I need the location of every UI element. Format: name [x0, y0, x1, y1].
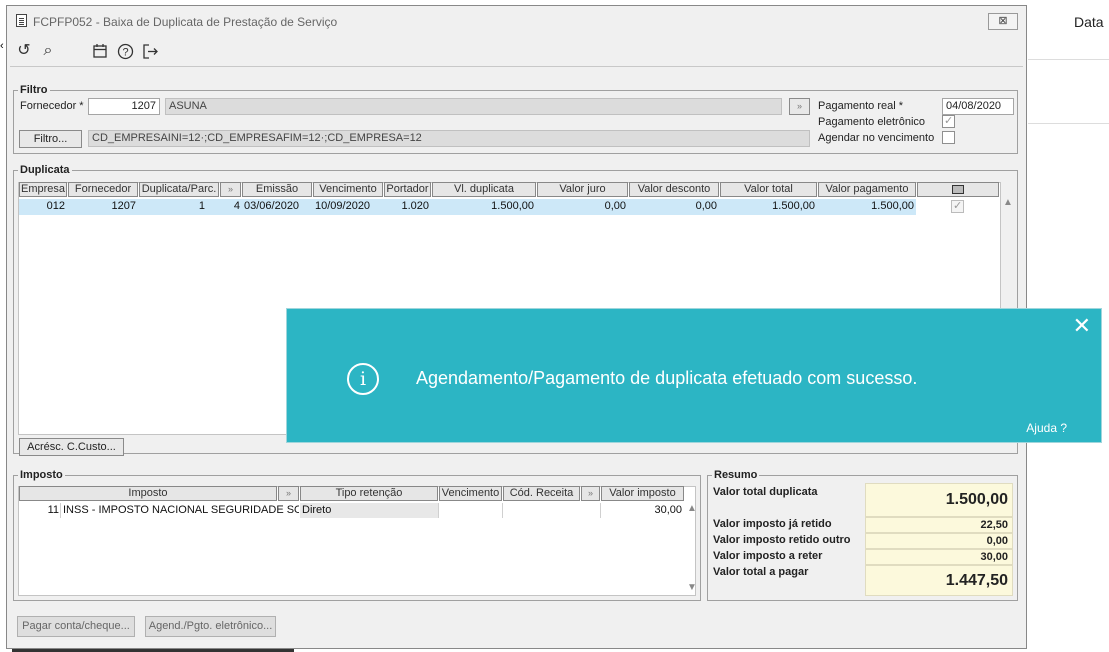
svg-text:?: ? — [122, 47, 128, 59]
cell-imposto-name: INSS - IMPOSTO NACIONAL SEGURIDADE SOCIA… — [63, 504, 299, 516]
col-header-emissao[interactable]: Emissão — [242, 182, 312, 197]
resumo-label: Valor total duplicata — [713, 486, 818, 498]
filtro-button[interactable]: Filtro... — [19, 130, 82, 148]
col-header-vencimento[interactable]: Vencimento — [313, 182, 383, 197]
agendar-label: Agendar no vencimento — [818, 132, 935, 144]
row-select-checkbox[interactable] — [951, 199, 964, 213]
pagar-conta-button[interactable]: Pagar conta/cheque... — [17, 616, 135, 637]
success-notification: i Agendamento/Pagamento de duplicata efe… — [286, 308, 1102, 443]
col-header-valor-juro[interactable]: Valor juro — [537, 182, 628, 197]
column-divider — [438, 503, 439, 518]
notification-message: Agendamento/Pagamento de duplicata efetu… — [416, 368, 918, 388]
help-icon[interactable]: ? — [115, 40, 135, 62]
pagamento-real-label: Pagamento real * — [818, 100, 903, 112]
fornecedor-label: Fornecedor * — [20, 100, 84, 112]
col-header-vl-duplicata[interactable]: Vl. duplicata — [432, 182, 536, 197]
col-header-valor-total[interactable]: Valor total — [720, 182, 817, 197]
cell-empresa: 012 — [46, 200, 65, 212]
col-header-portador[interactable]: Portador — [384, 182, 431, 197]
resumo-label: Valor imposto retido outro — [713, 534, 851, 546]
agendar-checkbox[interactable] — [942, 131, 955, 144]
col-header-valor-imposto[interactable]: Valor imposto — [601, 486, 684, 501]
col-header-imp-vencimento[interactable]: Vencimento — [439, 486, 502, 501]
filtro-expression-field: CD_EMPRESAINI=12·;CD_EMPRESAFIM=12·;CD_E… — [88, 130, 810, 147]
cell-vencimento: 10/09/2020 — [315, 200, 371, 212]
column-divider — [502, 503, 503, 518]
calendar-icon[interactable] — [90, 40, 110, 62]
cell-fornecedor: 1207 — [111, 200, 136, 212]
col-header-imposto-sort[interactable]: » — [278, 486, 299, 501]
fornecedor-name-field: ASUNA — [165, 98, 782, 115]
col-header-cod-receita[interactable]: Cód. Receita — [503, 486, 580, 501]
background-divider — [1028, 59, 1109, 60]
close-icon[interactable]: ✕ — [1073, 313, 1091, 339]
cell-valor-desconto: 0,00 — [695, 200, 717, 212]
background-header-data: Data — [1074, 14, 1104, 30]
pagamento-eletronico-checkbox[interactable] — [942, 114, 955, 128]
refresh-icon[interactable]: ↺ — [14, 40, 34, 62]
background-divider — [1028, 123, 1109, 124]
cell-imposto-code: 11 — [47, 504, 59, 516]
select-all-checkbox[interactable] — [952, 185, 964, 194]
scroll-down-icon[interactable]: ▼ — [687, 582, 697, 593]
agend-pgto-button[interactable]: Agend./Pgto. eletrônico... — [145, 616, 276, 637]
cell-duplicata: 1 — [198, 200, 205, 212]
imposto-legend: Imposto — [20, 469, 63, 481]
fornecedor-lookup-button[interactable]: » — [789, 98, 810, 115]
cell-valor-juro: 0,00 — [604, 200, 626, 212]
resumo-label: Valor total a pagar — [713, 566, 809, 578]
background-glyph: ‹ — [0, 40, 4, 52]
col-header-sort[interactable]: » — [220, 182, 241, 197]
scroll-up-icon[interactable]: ▲ — [687, 503, 697, 514]
column-divider — [60, 503, 61, 518]
cell-tipo-retencao[interactable]: Direto — [300, 503, 438, 518]
title-bar[interactable]: FCPFP052 - Baixa de Duplicata de Prestaç… — [7, 6, 1026, 34]
filtro-legend: Filtro — [20, 84, 48, 96]
search-icon[interactable]: ⌕ — [38, 40, 58, 62]
info-icon: i — [347, 363, 379, 395]
pagamento-real-input[interactable]: 04/08/2020 — [942, 98, 1014, 115]
col-header-imposto[interactable]: Imposto — [19, 486, 277, 501]
fornecedor-code-input[interactable]: 1207 — [88, 98, 160, 115]
col-header-duplicata-parc[interactable]: Duplicata/Parc. — [139, 182, 219, 197]
duplicata-legend: Duplicata — [20, 164, 70, 176]
resumo-value: 0,00 — [865, 533, 1013, 549]
cell-emissao: 03/06/2020 — [244, 200, 300, 212]
pagamento-eletronico-label: Pagamento eletrônico — [818, 116, 926, 128]
document-icon — [16, 14, 27, 27]
cell-cod-receita[interactable] — [503, 503, 600, 518]
exit-icon[interactable] — [140, 40, 160, 62]
cell-vl-duplicata: 1.500,00 — [491, 200, 534, 212]
resumo-value: 1.500,00 — [865, 483, 1013, 517]
resumo-value: 22,50 — [865, 517, 1013, 533]
help-link[interactable]: Ajuda ? — [1026, 421, 1067, 435]
resumo-label: Valor imposto já retido — [713, 518, 832, 530]
resumo-value: 1.447,50 — [865, 565, 1013, 596]
scroll-up-icon[interactable]: ▲ — [1003, 197, 1013, 208]
cell-valor-imposto: 30,00 — [654, 504, 682, 516]
cell-parcela: 4 — [233, 200, 240, 212]
col-header-select-all[interactable] — [917, 182, 999, 197]
cell-valor-pagamento: 1.500,00 — [871, 200, 914, 212]
column-divider — [600, 503, 601, 518]
col-header-empresa[interactable]: Empresa — [19, 182, 67, 197]
resumo-value: 30,00 — [865, 549, 1013, 565]
col-header-valor-pagamento[interactable]: Valor pagamento — [818, 182, 916, 197]
col-header-fornecedor[interactable]: Fornecedor — [68, 182, 138, 197]
window-close-button[interactable]: ⊠ — [988, 13, 1018, 30]
resumo-legend: Resumo — [714, 469, 758, 481]
window-title: FCPFP052 - Baixa de Duplicata de Prestaç… — [33, 15, 338, 29]
cell-imp-vencimento[interactable] — [439, 503, 502, 518]
cell-portador: 1.020 — [401, 200, 429, 212]
col-header-tipo-retencao[interactable]: Tipo retenção — [300, 486, 438, 501]
cell-valor-total: 1.500,00 — [772, 200, 815, 212]
acresc-ccusto-button[interactable]: Acrésc. C.Custo... — [19, 438, 124, 456]
col-header-valor-desconto[interactable]: Valor desconto — [629, 182, 719, 197]
toolbar: ↺ ⌕ ? — [7, 40, 1026, 64]
col-header-receita-sort[interactable]: » — [581, 486, 600, 501]
resumo-label: Valor imposto a reter — [713, 550, 823, 562]
